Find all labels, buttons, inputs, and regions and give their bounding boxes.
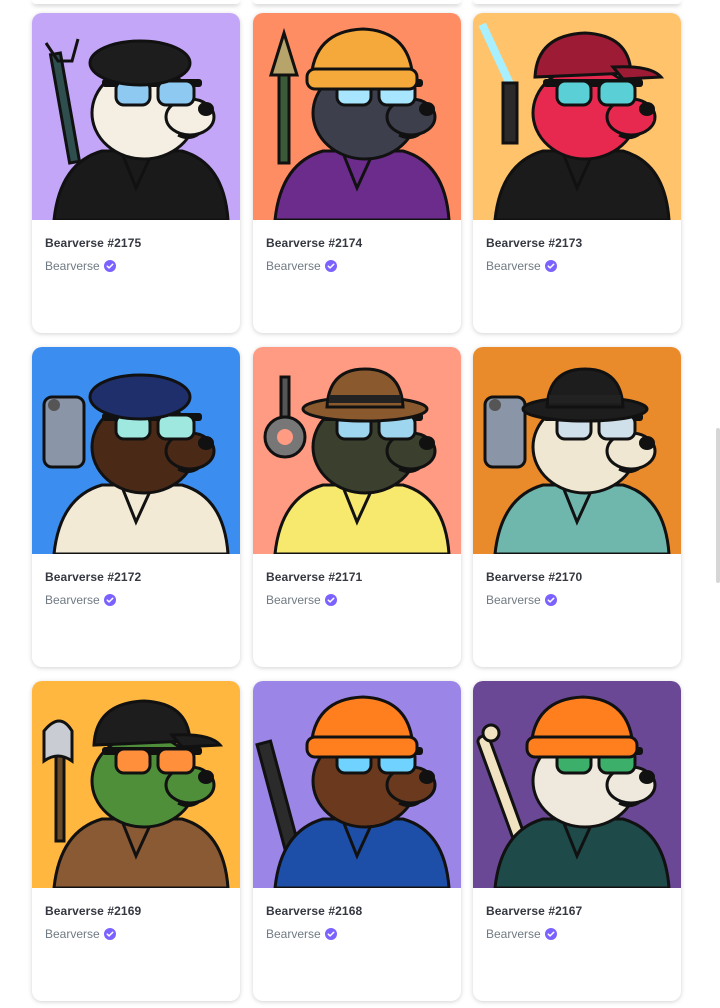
- nft-image[interactable]: [32, 347, 240, 554]
- bear-artwork: [473, 347, 681, 554]
- collection-name[interactable]: Bearverse: [45, 593, 100, 607]
- nft-image[interactable]: [473, 13, 681, 220]
- collection-name[interactable]: Bearverse: [486, 927, 541, 941]
- nft-card[interactable]: Bearverse #2168 Bearverse: [253, 681, 461, 1001]
- bear-artwork: [253, 681, 461, 888]
- verified-badge-icon: [103, 260, 116, 272]
- nft-name[interactable]: Bearverse #2169: [45, 904, 141, 918]
- collection-link[interactable]: Bearverse: [266, 593, 337, 607]
- collection-name[interactable]: Bearverse: [266, 593, 321, 607]
- collection-name[interactable]: Bearverse: [486, 259, 541, 273]
- nft-image[interactable]: [473, 347, 681, 554]
- nft-image[interactable]: [253, 13, 461, 220]
- nft-name[interactable]: Bearverse #2172: [45, 570, 141, 584]
- nft-name[interactable]: Bearverse #2174: [266, 236, 362, 250]
- nft-name[interactable]: Bearverse #2170: [486, 570, 582, 584]
- previous-card-edge: [473, 0, 681, 4]
- verified-badge-icon: [103, 594, 116, 606]
- previous-card-edge: [32, 0, 240, 4]
- collection-name[interactable]: Bearverse: [45, 927, 100, 941]
- nft-card[interactable]: Bearverse #2167 Bearverse: [473, 681, 681, 1001]
- previous-row-edge: [0, 0, 720, 6]
- nft-image[interactable]: [253, 681, 461, 888]
- scrollbar[interactable]: [716, 428, 720, 583]
- bear-artwork: [473, 13, 681, 220]
- previous-card-edge: [253, 0, 461, 4]
- collection-link[interactable]: Bearverse: [486, 593, 557, 607]
- collection-link[interactable]: Bearverse: [486, 927, 557, 941]
- collection-link[interactable]: Bearverse: [486, 259, 557, 273]
- nft-name[interactable]: Bearverse #2168: [266, 904, 362, 918]
- bear-artwork: [32, 681, 240, 888]
- collection-name[interactable]: Bearverse: [45, 259, 100, 273]
- nft-card[interactable]: Bearverse #2175 Bearverse: [32, 13, 240, 333]
- collection-link[interactable]: Bearverse: [266, 927, 337, 941]
- verified-badge-icon: [324, 928, 337, 940]
- verified-badge-icon: [103, 928, 116, 940]
- collection-link[interactable]: Bearverse: [45, 593, 116, 607]
- nft-name[interactable]: Bearverse #2175: [45, 236, 141, 250]
- nft-card[interactable]: Bearverse #2171 Bearverse: [253, 347, 461, 667]
- bear-artwork: [473, 681, 681, 888]
- nft-name[interactable]: Bearverse #2167: [486, 904, 582, 918]
- nft-card[interactable]: Bearverse #2174 Bearverse: [253, 13, 461, 333]
- nft-card[interactable]: Bearverse #2172 Bearverse: [32, 347, 240, 667]
- bear-artwork: [32, 347, 240, 554]
- nft-card[interactable]: Bearverse #2173 Bearverse: [473, 13, 681, 333]
- verified-badge-icon: [544, 594, 557, 606]
- verified-badge-icon: [544, 928, 557, 940]
- nft-image[interactable]: [32, 681, 240, 888]
- nft-card[interactable]: Bearverse #2170 Bearverse: [473, 347, 681, 667]
- collection-name[interactable]: Bearverse: [266, 927, 321, 941]
- verified-badge-icon: [324, 260, 337, 272]
- verified-badge-icon: [324, 594, 337, 606]
- nft-card[interactable]: Bearverse #2169 Bearverse: [32, 681, 240, 1001]
- collection-name[interactable]: Bearverse: [486, 593, 541, 607]
- bear-artwork: [32, 13, 240, 220]
- collection-link[interactable]: Bearverse: [266, 259, 337, 273]
- bear-artwork: [253, 347, 461, 554]
- collection-link[interactable]: Bearverse: [45, 259, 116, 273]
- collection-name[interactable]: Bearverse: [266, 259, 321, 273]
- nft-name[interactable]: Bearverse #2171: [266, 570, 362, 584]
- bear-artwork: [253, 13, 461, 220]
- verified-badge-icon: [544, 260, 557, 272]
- nft-image[interactable]: [253, 347, 461, 554]
- nft-image[interactable]: [473, 681, 681, 888]
- nft-image[interactable]: [32, 13, 240, 220]
- nft-name[interactable]: Bearverse #2173: [486, 236, 582, 250]
- collection-link[interactable]: Bearverse: [45, 927, 116, 941]
